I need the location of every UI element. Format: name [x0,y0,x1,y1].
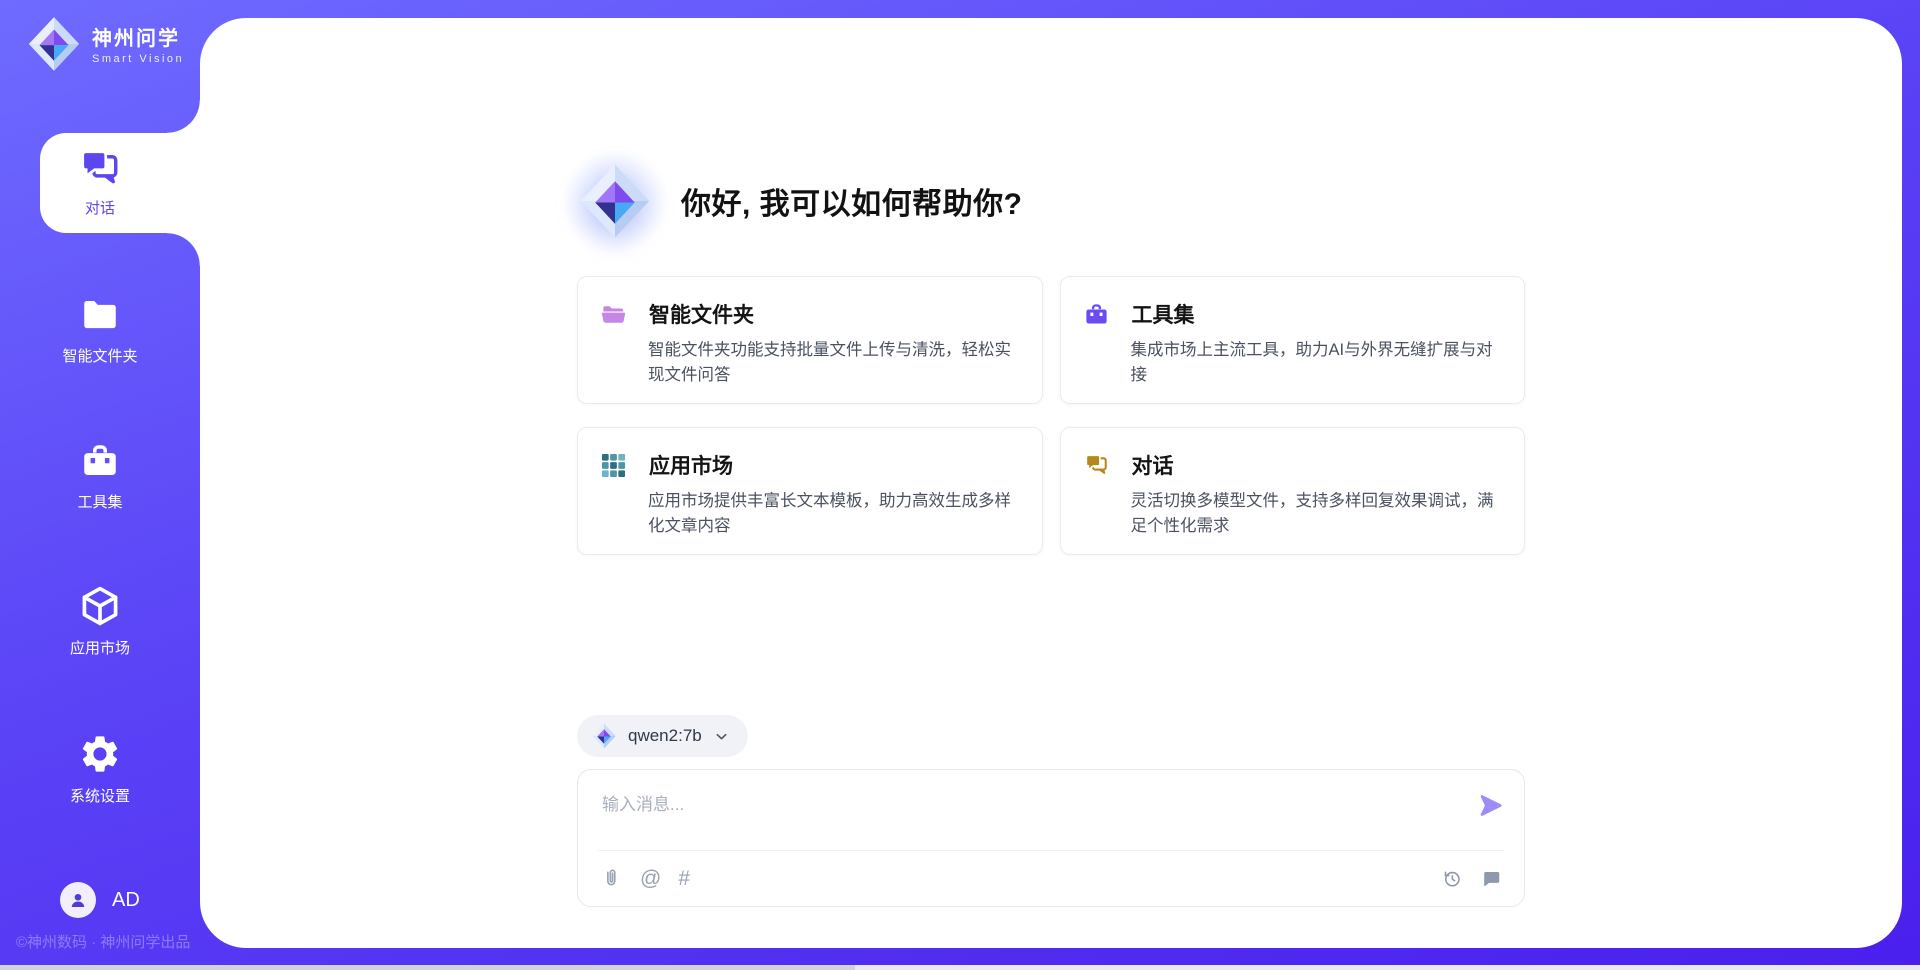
message-input[interactable]: 输入消息... [602,790,1500,815]
toolbox-icon [1083,301,1110,328]
chevron-down-icon [713,728,730,745]
sidebar-item-app-market[interactable]: 应用市场 [0,584,200,658]
chat-icon [77,146,123,192]
send-icon [1477,792,1504,819]
model-selector[interactable]: qwen2:7b [577,715,748,757]
brand-title: 神州问学 [92,28,184,51]
card-title: 智能文件夹 [649,299,754,329]
attach-file-button[interactable] [600,867,623,890]
history-button[interactable] [1441,868,1463,890]
brand-logo: 神州问学 Smart Vision [26,16,184,77]
card-app-market[interactable]: 应用市场 应用市场提供丰富长文本模板，助力高效生成多样化文章内容 [577,427,1043,555]
message-composer: 输入消息... @ # [577,769,1525,907]
greeting-text: 你好, 我可以如何帮助你? [681,179,1023,223]
user-account[interactable]: AD [60,882,140,918]
card-smart-folder[interactable]: 智能文件夹 智能文件夹功能支持批量文件上传与清洗，轻松实现文件问答 [577,276,1043,404]
sidebar-item-label: 系统设置 [70,785,130,806]
card-title: 对话 [1132,450,1174,480]
horizontal-scrollbar[interactable] [0,965,1920,970]
user-name: AD [112,889,140,912]
card-chat[interactable]: 对话 灵活切换多模型文件，支持多样回复效果调试，满足个性化需求 [1060,427,1526,555]
sidebar: 神州问学 Smart Vision 对话 智能文件夹 工具集 [0,0,200,970]
paperclip-icon [600,867,623,890]
person-icon [67,889,89,911]
copyright-footer: ©神州数码 · 神州问学出品 [16,931,190,952]
folder-open-icon [600,301,627,328]
app-window: 神州问学 Smart Vision 对话 智能文件夹 工具集 [0,0,1920,970]
card-description: 应用市场提供丰富长文本模板，助力高效生成多样化文章内容 [648,489,1018,539]
sidebar-item-label: 应用市场 [70,637,130,658]
sidebar-item-label: 工具集 [77,491,122,512]
main-panel: 你好, 我可以如何帮助你? 智能文件夹 智能文件夹功能支持批量文件上传与清洗，轻… [200,18,1902,948]
feedback-button[interactable] [1480,868,1502,890]
hero-greeting: 你好, 我可以如何帮助你? [577,163,1525,239]
toolbox-icon [79,440,121,482]
gear-icon [78,732,122,776]
horizontal-scrollbar-thumb[interactable] [0,965,855,970]
avatar [60,882,96,918]
cube-icon [78,584,122,628]
card-description: 集成市场上主流工具，助力AI与外界无缝扩展与对接 [1131,338,1501,388]
card-title: 工具集 [1132,299,1195,329]
folder-icon [79,294,121,336]
brand-diamond-icon [577,163,653,239]
sidebar-item-chat[interactable]: 对话 [40,133,200,233]
at-icon[interactable]: @ [640,868,661,889]
card-description: 智能文件夹功能支持批量文件上传与清洗，轻松实现文件问答 [648,338,1018,388]
card-title: 应用市场 [649,450,733,480]
app-grid-icon [600,452,627,479]
sidebar-item-label: 对话 [85,197,115,218]
brand-subtitle: Smart Vision [92,53,184,66]
history-icon [1441,868,1463,890]
comment-icon [1480,868,1502,890]
brand-diamond-icon [591,723,617,749]
sidebar-item-settings[interactable]: 系统设置 [0,732,200,806]
feature-cards: 智能文件夹 智能文件夹功能支持批量文件上传与清洗，轻松实现文件问答 工具集 集成… [577,276,1525,555]
sidebar-item-toolset[interactable]: 工具集 [0,440,200,512]
model-name: qwen2:7b [628,726,702,746]
sidebar-item-label: 智能文件夹 [62,345,137,366]
sidebar-item-smart-folder[interactable]: 智能文件夹 [0,294,200,366]
card-description: 灵活切换多模型文件，支持多样回复效果调试，满足个性化需求 [1131,489,1501,539]
brand-diamond-icon [26,16,82,77]
card-toolset[interactable]: 工具集 集成市场上主流工具，助力AI与外界无缝扩展与对接 [1060,276,1526,404]
hash-icon[interactable]: # [678,868,690,889]
send-button[interactable] [1477,792,1504,824]
chat-icon [1083,452,1110,479]
